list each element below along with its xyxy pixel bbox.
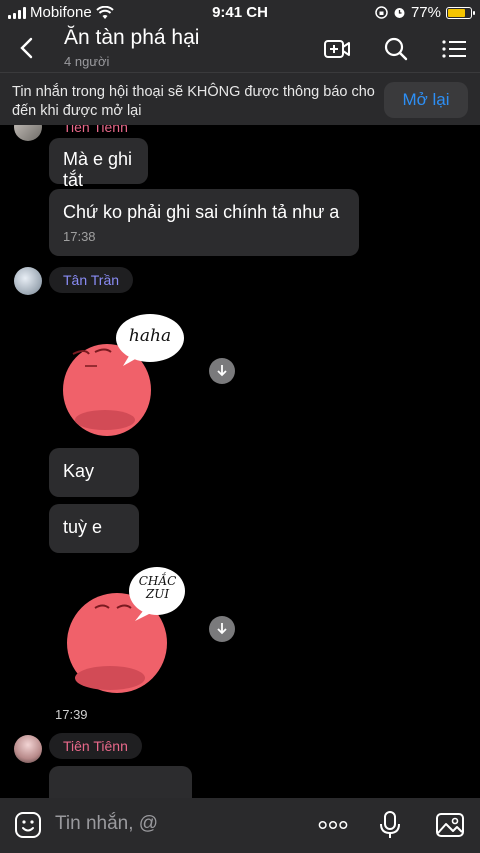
status-right: 77%: [375, 4, 475, 21]
video-add-icon: [324, 40, 350, 58]
sticker-text: haha: [128, 326, 172, 346]
sender-name-pill: Tân Trần: [49, 267, 134, 293]
conversation-header: Ăn tàn phá hại 4 người: [0, 26, 480, 72]
download-button[interactable]: [209, 358, 235, 384]
back-button[interactable]: [12, 34, 40, 62]
member-count: 4 người: [64, 54, 110, 69]
message-bubble[interactable]: tuỳ e: [49, 504, 139, 553]
battery-percent: 77%: [410, 4, 441, 21]
message-text: Kay: [63, 461, 95, 481]
message-input[interactable]: Tin nhắn, @: [55, 813, 158, 835]
sticker-text: CHẮC ZUI: [138, 574, 177, 601]
sender-name: Tiên Tiênn: [63, 125, 128, 135]
sticker-haha[interactable]: haha: [55, 310, 190, 440]
video-call-button[interactable]: [322, 34, 352, 64]
conversation-title[interactable]: Ăn tàn phá hại: [64, 26, 199, 50]
message-bubble[interactable]: Mà e ghi tắt: [49, 138, 148, 190]
rotation-lock-icon: [375, 6, 388, 19]
alarm-icon: [394, 8, 405, 18]
message-bubble[interactable]: Kay: [49, 448, 139, 497]
emoji-icon: [15, 812, 41, 838]
emoji-button[interactable]: [13, 810, 43, 840]
avatar[interactable]: [14, 267, 42, 295]
message-list[interactable]: Tiên Tiênn Mà e ghi tắt Chứ ko phải ghi …: [0, 125, 480, 798]
download-button[interactable]: [209, 616, 235, 642]
search-icon: [384, 37, 408, 61]
avatar[interactable]: [14, 735, 42, 763]
message-time: 17:39: [55, 707, 88, 722]
message-composer: Tin nhắn, @: [0, 798, 480, 853]
menu-button[interactable]: [439, 34, 469, 64]
message-text: tuỳ e: [63, 517, 103, 537]
voice-button[interactable]: [375, 810, 405, 840]
menu-icon: [442, 40, 466, 58]
sender-name-pill: Tiên Tiênn: [49, 733, 142, 759]
message-time: 17:38: [63, 229, 96, 244]
image-button[interactable]: [435, 810, 465, 840]
message-bubble[interactable]: [49, 766, 192, 798]
muted-notice-text: Tin nhắn trong hội thoại sẽ KHÔNG được t…: [12, 84, 375, 119]
message-bubble[interactable]: Chứ ko phải ghi sai chính tả như a 17:38: [49, 189, 359, 256]
status-bar: Mobifone 9:41 CH 77%: [0, 0, 480, 26]
reopen-button[interactable]: Mở lại: [384, 82, 468, 118]
back-icon: [20, 37, 33, 59]
message-text: Chứ ko phải ghi sai chính tả như a: [63, 202, 340, 222]
microphone-icon: [380, 811, 400, 838]
battery-level: [448, 8, 465, 17]
image-icon: [436, 813, 464, 837]
message-text: Mà e ghi tắt: [63, 149, 133, 190]
avatar[interactable]: [14, 125, 42, 141]
download-icon: [217, 623, 227, 635]
sticker-chac-zui[interactable]: CHẮC ZUI: [55, 563, 190, 698]
more-icon: [318, 820, 348, 830]
battery-icon: [446, 6, 475, 19]
download-icon: [217, 365, 227, 377]
more-button[interactable]: [318, 810, 348, 840]
search-button[interactable]: [381, 34, 411, 64]
muted-notice-bar: Tin nhắn trong hội thoại sẽ KHÔNG được t…: [0, 72, 480, 125]
